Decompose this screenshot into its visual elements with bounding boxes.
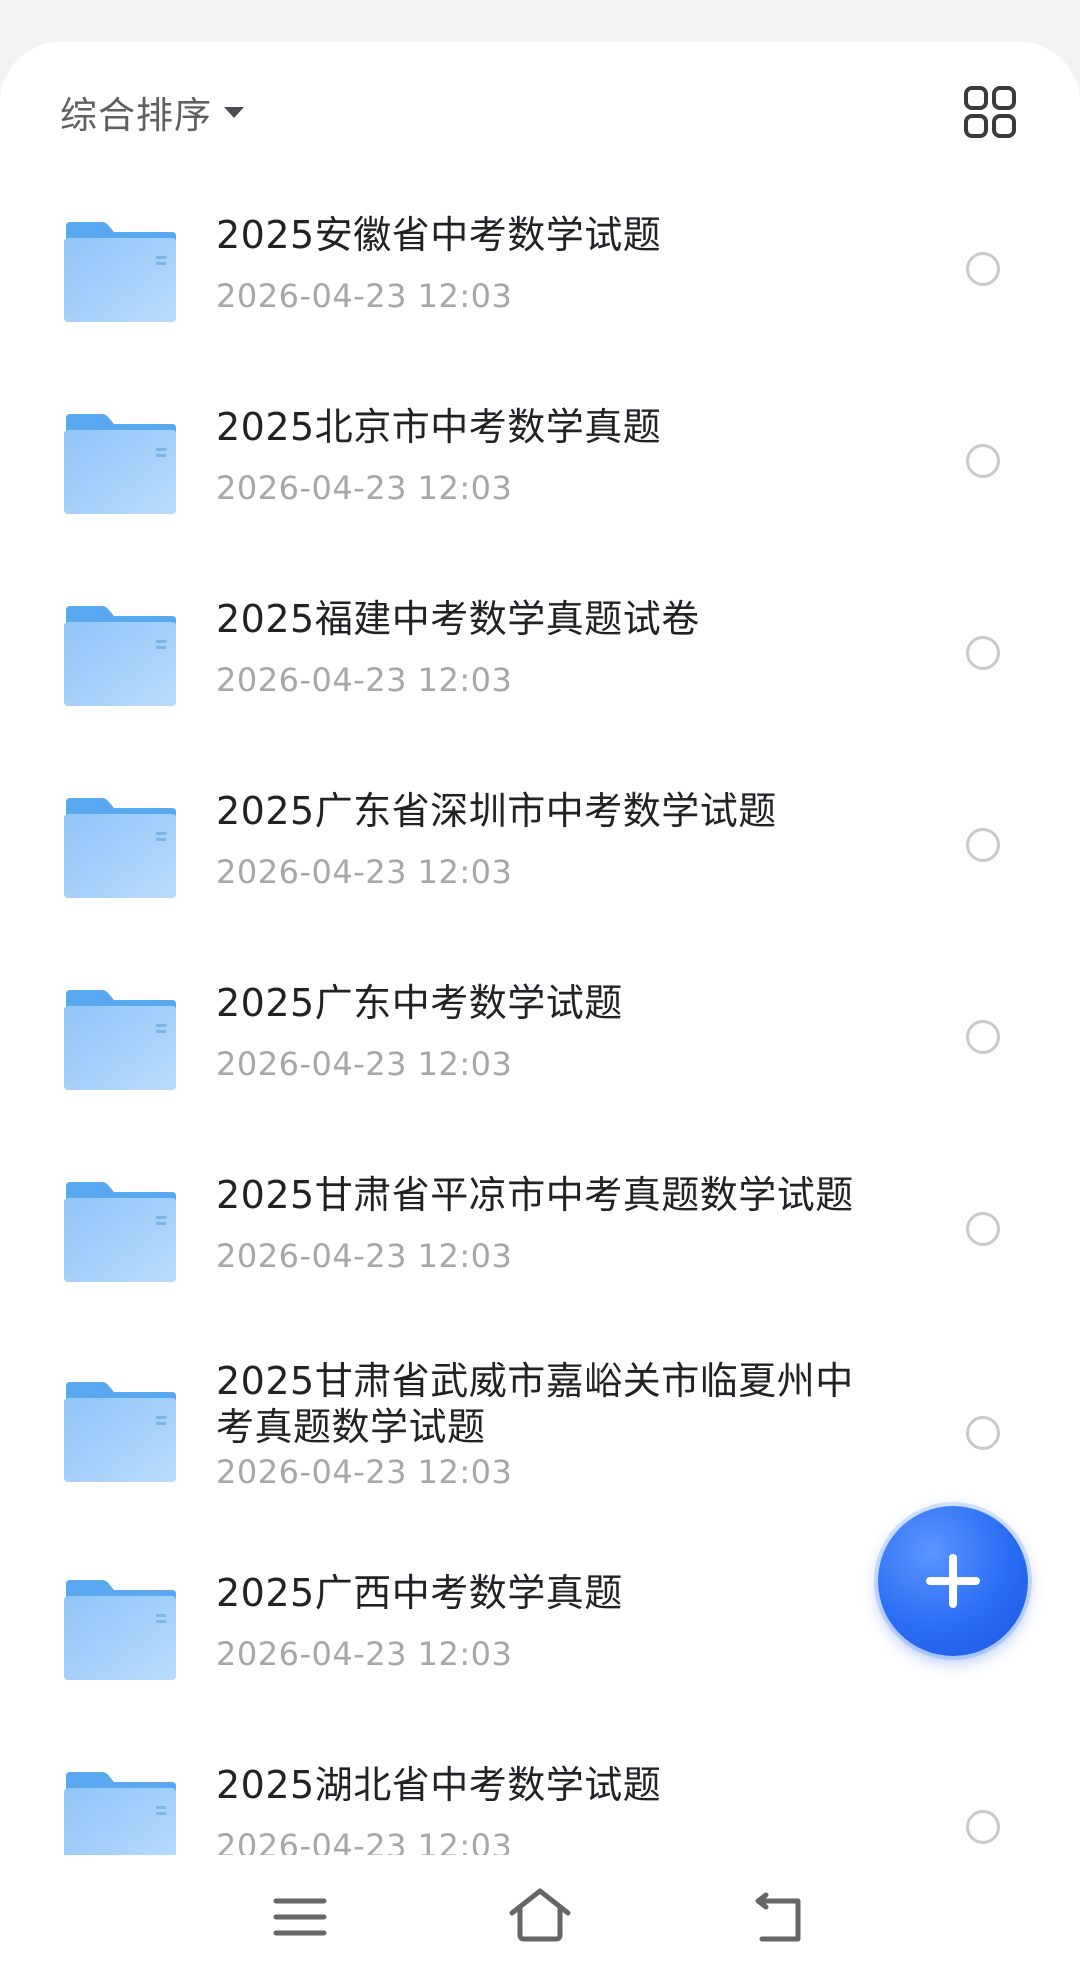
file-name: 2025甘肃省平凉市中考真题数学试题 <box>216 1173 854 1217</box>
select-radio[interactable] <box>966 828 1000 862</box>
file-name: 2025湖北省中考数学试题 <box>216 1763 662 1807</box>
select-radio[interactable] <box>966 1212 1000 1246</box>
folder-row[interactable]: 2025甘肃省平凉市中考真题数学试题 2026-04-23 12:03 <box>0 1132 1080 1324</box>
folder-row[interactable]: 2025广东中考数学试题 2026-04-23 12:03 <box>0 940 1080 1132</box>
folder-row[interactable]: 2025北京市中考数学真题 2026-04-23 12:03 <box>0 364 1080 556</box>
file-name: 2025广东中考数学试题 <box>216 981 623 1025</box>
system-navigation-bar <box>0 1855 1080 1980</box>
file-date: 2026-04-23 12:03 <box>216 1237 513 1275</box>
file-name: 2025甘肃省武威市嘉峪关市临夏州中考真题数学试题 <box>216 1359 854 1449</box>
file-date: 2026-04-23 12:03 <box>216 1045 513 1083</box>
folder-icon <box>64 414 176 514</box>
select-radio[interactable] <box>966 1020 1000 1054</box>
file-name: 2025北京市中考数学真题 <box>216 405 662 449</box>
back-icon[interactable] <box>740 1877 820 1957</box>
folder-row[interactable]: 2025甘肃省武威市嘉峪关市临夏州中考真题数学试题 2026-04-23 12:… <box>0 1324 1080 1540</box>
folder-row[interactable]: 2025福建中考数学真题试卷 2026-04-23 12:03 <box>0 556 1080 748</box>
file-date: 2026-04-23 12:03 <box>216 1635 513 1673</box>
folder-icon <box>64 606 176 706</box>
grid-view-icon[interactable] <box>960 82 1020 142</box>
select-radio[interactable] <box>966 1416 1000 1450</box>
home-icon[interactable] <box>500 1877 580 1957</box>
sort-label: 综合排序 <box>60 94 212 137</box>
folder-row[interactable]: 2025广东省深圳市中考数学试题 2026-04-23 12:03 <box>0 748 1080 940</box>
folder-row[interactable]: 2025安徽省中考数学试题 2026-04-23 12:03 <box>0 172 1080 364</box>
file-name: 2025广东省深圳市中考数学试题 <box>216 789 777 833</box>
folder-row[interactable]: 2025湖北省中考数学试题 2026-04-23 12:03 <box>0 1732 1080 1855</box>
select-radio[interactable] <box>966 252 1000 286</box>
folder-icon <box>64 1382 176 1482</box>
file-date: 2026-04-23 12:03 <box>216 277 513 315</box>
file-date: 2026-04-23 12:03 <box>216 853 513 891</box>
folder-icon <box>64 1772 176 1855</box>
add-button[interactable] <box>878 1506 1028 1656</box>
file-name: 2025安徽省中考数学试题 <box>216 213 662 257</box>
file-date: 2026-04-23 12:03 <box>216 469 513 507</box>
folder-icon <box>64 1182 176 1282</box>
sort-button[interactable]: 综合排序 <box>60 82 244 142</box>
select-radio[interactable] <box>966 1810 1000 1844</box>
folder-icon <box>64 222 176 322</box>
file-name: 2025福建中考数学真题试卷 <box>216 597 700 641</box>
file-name: 2025广西中考数学真题 <box>216 1571 623 1615</box>
file-date: 2026-04-23 12:03 <box>216 1453 513 1491</box>
select-radio[interactable] <box>966 636 1000 670</box>
select-radio[interactable] <box>966 444 1000 478</box>
folder-icon <box>64 1580 176 1680</box>
menu-icon[interactable] <box>260 1877 340 1957</box>
caret-down-icon <box>224 106 244 118</box>
file-date: 2026-04-23 12:03 <box>216 1827 513 1855</box>
file-date: 2026-04-23 12:03 <box>216 661 513 699</box>
toolbar: 综合排序 <box>0 42 1080 172</box>
folder-icon <box>64 798 176 898</box>
folder-icon <box>64 990 176 1090</box>
